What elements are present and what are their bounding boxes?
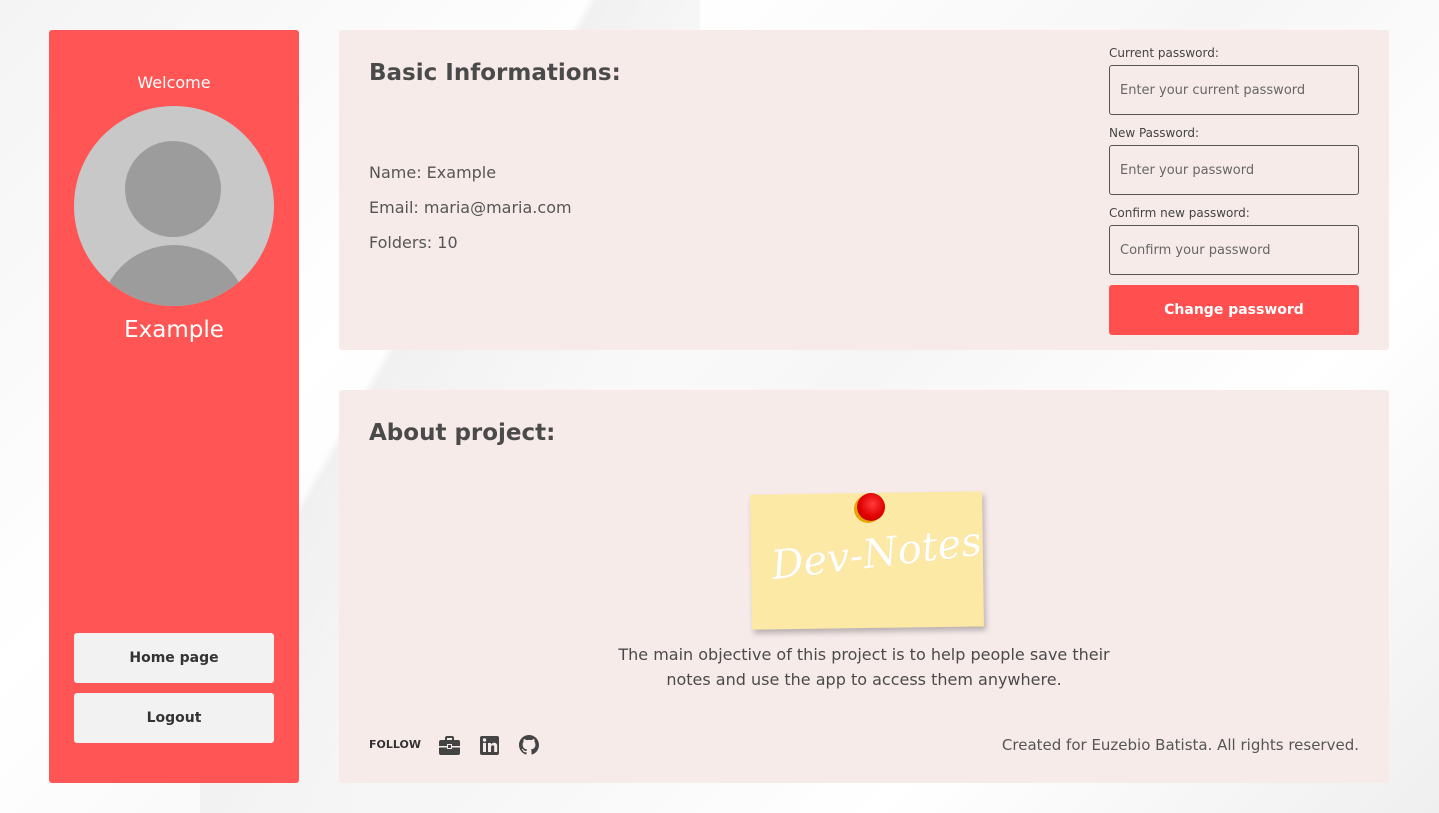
avatar-body bbox=[99, 245, 249, 306]
linkedin-icon[interactable] bbox=[478, 735, 500, 755]
change-password-button[interactable]: Change password bbox=[1109, 285, 1359, 335]
username: Example bbox=[124, 317, 224, 343]
name-line: Name: Example bbox=[369, 163, 497, 182]
follow-label: FOLLOW bbox=[369, 738, 421, 751]
logout-button[interactable]: Logout bbox=[74, 693, 274, 743]
confirm-password-input[interactable] bbox=[1109, 225, 1359, 275]
new-password-label: New Password: bbox=[1109, 126, 1200, 140]
note-logo-text: Dev-Notes bbox=[768, 518, 985, 590]
avatar bbox=[74, 106, 274, 306]
push-pin-icon bbox=[857, 493, 885, 521]
current-password-label: Current password: bbox=[1109, 46, 1219, 60]
briefcase-icon[interactable] bbox=[438, 735, 460, 755]
home-page-button[interactable]: Home page bbox=[74, 633, 274, 683]
welcome-text: Welcome bbox=[137, 73, 211, 92]
avatar-head bbox=[125, 141, 221, 237]
basic-info-panel: Basic Informations: Name: Example Email:… bbox=[339, 30, 1389, 350]
about-title: About project: bbox=[369, 420, 556, 446]
copyright-text: Created for Euzebio Batista. All rights … bbox=[1001, 736, 1359, 754]
about-panel: About project: Dev-Notes The main object… bbox=[339, 390, 1389, 783]
current-password-input[interactable] bbox=[1109, 65, 1359, 115]
confirm-password-label: Confirm new password: bbox=[1109, 206, 1250, 220]
github-icon[interactable] bbox=[518, 735, 540, 755]
basic-info-title: Basic Informations: bbox=[369, 60, 621, 86]
folders-line: Folders: 10 bbox=[369, 233, 458, 252]
about-description: The main objective of this project is to… bbox=[618, 645, 1110, 689]
new-password-input[interactable] bbox=[1109, 145, 1359, 195]
email-line: Email: maria@maria.com bbox=[369, 198, 572, 217]
sidebar: Welcome Example Home page Logout bbox=[49, 30, 299, 783]
